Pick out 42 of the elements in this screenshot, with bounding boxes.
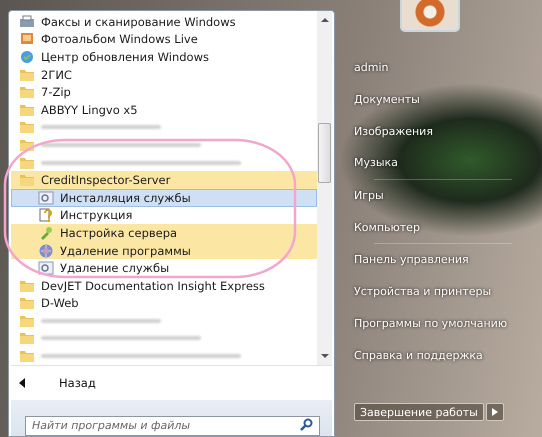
back-arrow-icon (19, 378, 25, 388)
back-button[interactable]: Назад (9, 366, 334, 400)
folder-item[interactable]: 7-Zip (11, 83, 317, 101)
gear-window-icon (38, 190, 54, 206)
folder-icon (19, 295, 35, 312)
folder-item[interactable]: DevJET Documentation Insight Express (11, 276, 317, 294)
folder-item[interactable]: 2ГИС (11, 66, 317, 84)
folder-icon (19, 330, 35, 346)
program-item[interactable]: Удаление службы (11, 259, 317, 277)
gear-window-icon (38, 260, 54, 276)
folder-item[interactable]: CreditInspector-Server (11, 171, 317, 189)
arrow-right-icon (492, 408, 498, 416)
program-item[interactable]: Центр обновления Windows (11, 48, 317, 66)
folder-icon (19, 84, 35, 100)
program-item[interactable]: Фотоальбом Windows Live (11, 30, 317, 48)
scroll-up-arrow-icon[interactable] (320, 17, 328, 23)
help-document-icon (38, 207, 54, 224)
program-item[interactable]: Инструкция (11, 206, 317, 224)
program-item[interactable]: Инсталляция службы (11, 188, 317, 207)
program-item[interactable]: Настройка сервера (11, 224, 317, 242)
menu-link[interactable]: Музыка (354, 147, 398, 179)
user-avatar[interactable] (400, 0, 460, 32)
scrollbar[interactable] (317, 11, 332, 365)
menu-link[interactable]: Изображения (354, 115, 433, 148)
folder-icon (19, 172, 35, 188)
scrollbar-thumb[interactable] (318, 123, 331, 183)
scroll-down-arrow-icon[interactable] (320, 353, 328, 359)
search-field[interactable]: Найти программы и файлы (25, 416, 320, 436)
folder-icon (19, 119, 35, 136)
program-item[interactable]: Удаление программы (11, 242, 317, 260)
folder-item[interactable]: D-Web (11, 294, 317, 312)
search-icon (300, 418, 313, 431)
menu-link[interactable]: admin (354, 52, 388, 84)
shutdown-button[interactable]: Завершение работы (354, 403, 484, 421)
folder-icon (19, 348, 35, 364)
fax-icon (19, 14, 35, 30)
menu-link[interactable]: Документы (354, 84, 420, 116)
globe-icon (38, 242, 54, 259)
menu-link[interactable]: Игры (354, 180, 384, 212)
program-item[interactable]: Факсы и сканирование Windows (11, 13, 317, 31)
shutdown-options-button[interactable] (486, 403, 504, 421)
folder-item[interactable]: ABBYY Lingvo x5 (11, 100, 317, 119)
